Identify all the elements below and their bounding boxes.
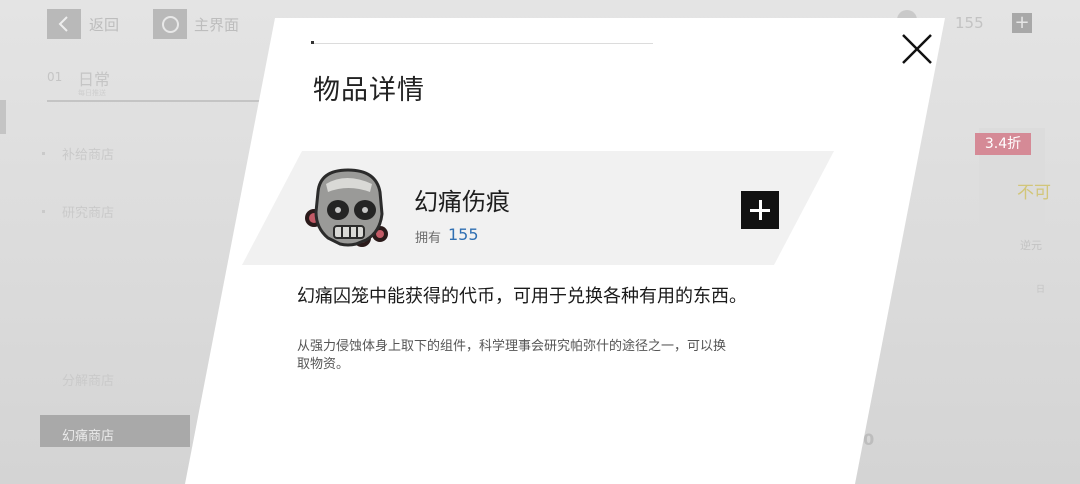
back-label[interactable]: 返回	[89, 14, 119, 35]
tab-number: 01	[47, 70, 63, 84]
discount-badge: 3.4折	[975, 133, 1031, 155]
sidebar-item-supply[interactable]: 补给商店	[62, 144, 114, 163]
sidebar-dot	[42, 210, 45, 213]
back-button[interactable]	[47, 9, 81, 39]
tab-sub-label: 每日推送	[78, 89, 106, 97]
tab-daily[interactable]: 日常	[78, 66, 110, 90]
title-divider-dot	[311, 41, 314, 44]
currency-count: 155	[955, 14, 984, 32]
modal-title: 物品详情	[313, 75, 425, 106]
item-name: 幻痛伤痕	[414, 188, 510, 216]
skull-icon	[305, 168, 388, 247]
home-icon	[162, 16, 179, 33]
add-item-button[interactable]	[741, 191, 779, 229]
home-label[interactable]: 主界面	[194, 14, 239, 35]
sidebar-item-dismantle[interactable]: 分解商店	[62, 370, 114, 389]
owned-count: 155	[448, 225, 479, 244]
add-currency-button[interactable]: +	[1012, 13, 1032, 33]
sidebar-item-phantom-label: 幻痛商店	[62, 429, 115, 444]
card-status-text: 不可	[1017, 183, 1051, 203]
card-sub-label: 日	[1036, 285, 1046, 295]
title-divider	[311, 43, 653, 44]
close-button[interactable]	[896, 30, 936, 70]
close-icon	[902, 34, 932, 64]
card-sub-label: 逆元	[1020, 239, 1042, 252]
left-edge-tab[interactable]	[0, 100, 6, 134]
item-lore: 从强力侵蚀体身上取下的组件，科学理事会研究帕弥什的途径之一，可以换取物资。	[297, 339, 727, 372]
home-button[interactable]	[153, 9, 187, 39]
owned-label: 拥有	[415, 231, 442, 246]
sidebar-item-research[interactable]: 研究商店	[62, 202, 114, 221]
sidebar-dot	[42, 152, 45, 155]
item-description: 幻痛囚笼中能获得的代币，可用于兑换各种有用的东西。	[297, 286, 747, 307]
chevron-left-icon	[58, 16, 68, 32]
